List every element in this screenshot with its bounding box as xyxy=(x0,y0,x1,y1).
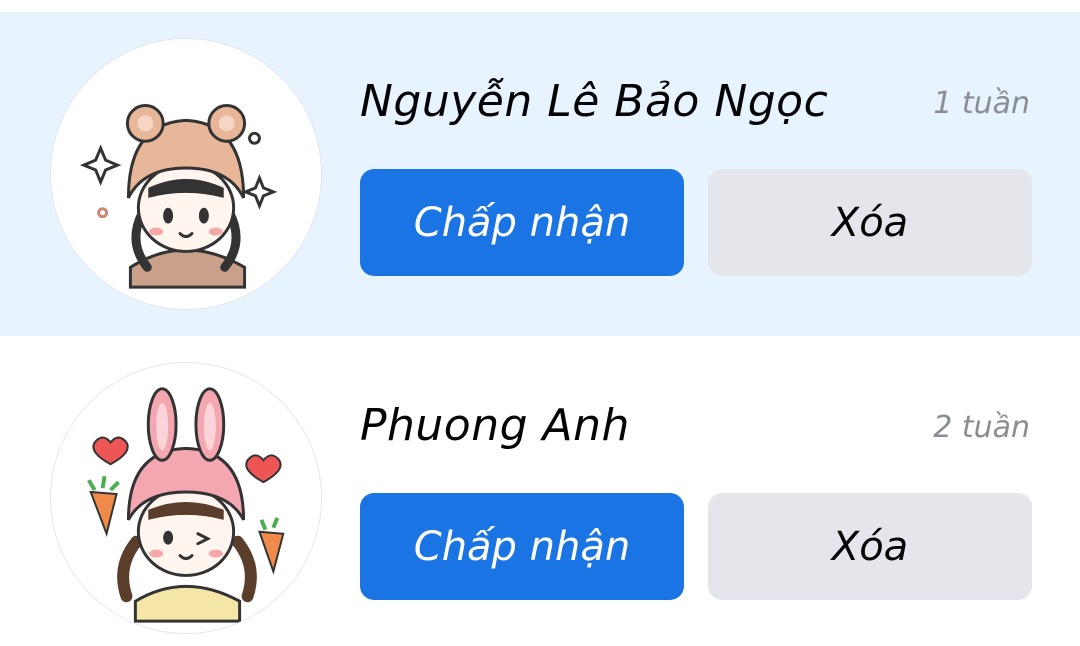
friend-request-list: Nguyễn Lê Bảo Ngọc 1 tuần Chấp nhận Xóa xyxy=(0,0,1080,646)
accept-button[interactable]: Chấp nhận xyxy=(360,169,684,276)
request-time: 1 tuần xyxy=(933,86,1030,121)
avatar[interactable] xyxy=(50,362,322,634)
bunny-hat-girl-avatar-icon xyxy=(87,387,285,623)
requester-name[interactable]: Phuong Anh xyxy=(360,400,630,451)
avatar[interactable] xyxy=(50,38,322,310)
delete-button[interactable]: Xóa xyxy=(708,169,1032,276)
delete-button[interactable]: Xóa xyxy=(708,493,1032,600)
requester-name[interactable]: Nguyễn Lê Bảo Ngọc xyxy=(360,76,828,127)
friend-request-item: Nguyễn Lê Bảo Ngọc 1 tuần Chấp nhận Xóa xyxy=(0,12,1080,336)
bear-hat-girl-avatar-icon xyxy=(79,104,278,289)
friend-request-item: Phuong Anh 2 tuần Chấp nhận Xóa xyxy=(0,336,1080,646)
request-time: 2 tuần xyxy=(933,410,1030,445)
accept-button[interactable]: Chấp nhận xyxy=(360,493,684,600)
